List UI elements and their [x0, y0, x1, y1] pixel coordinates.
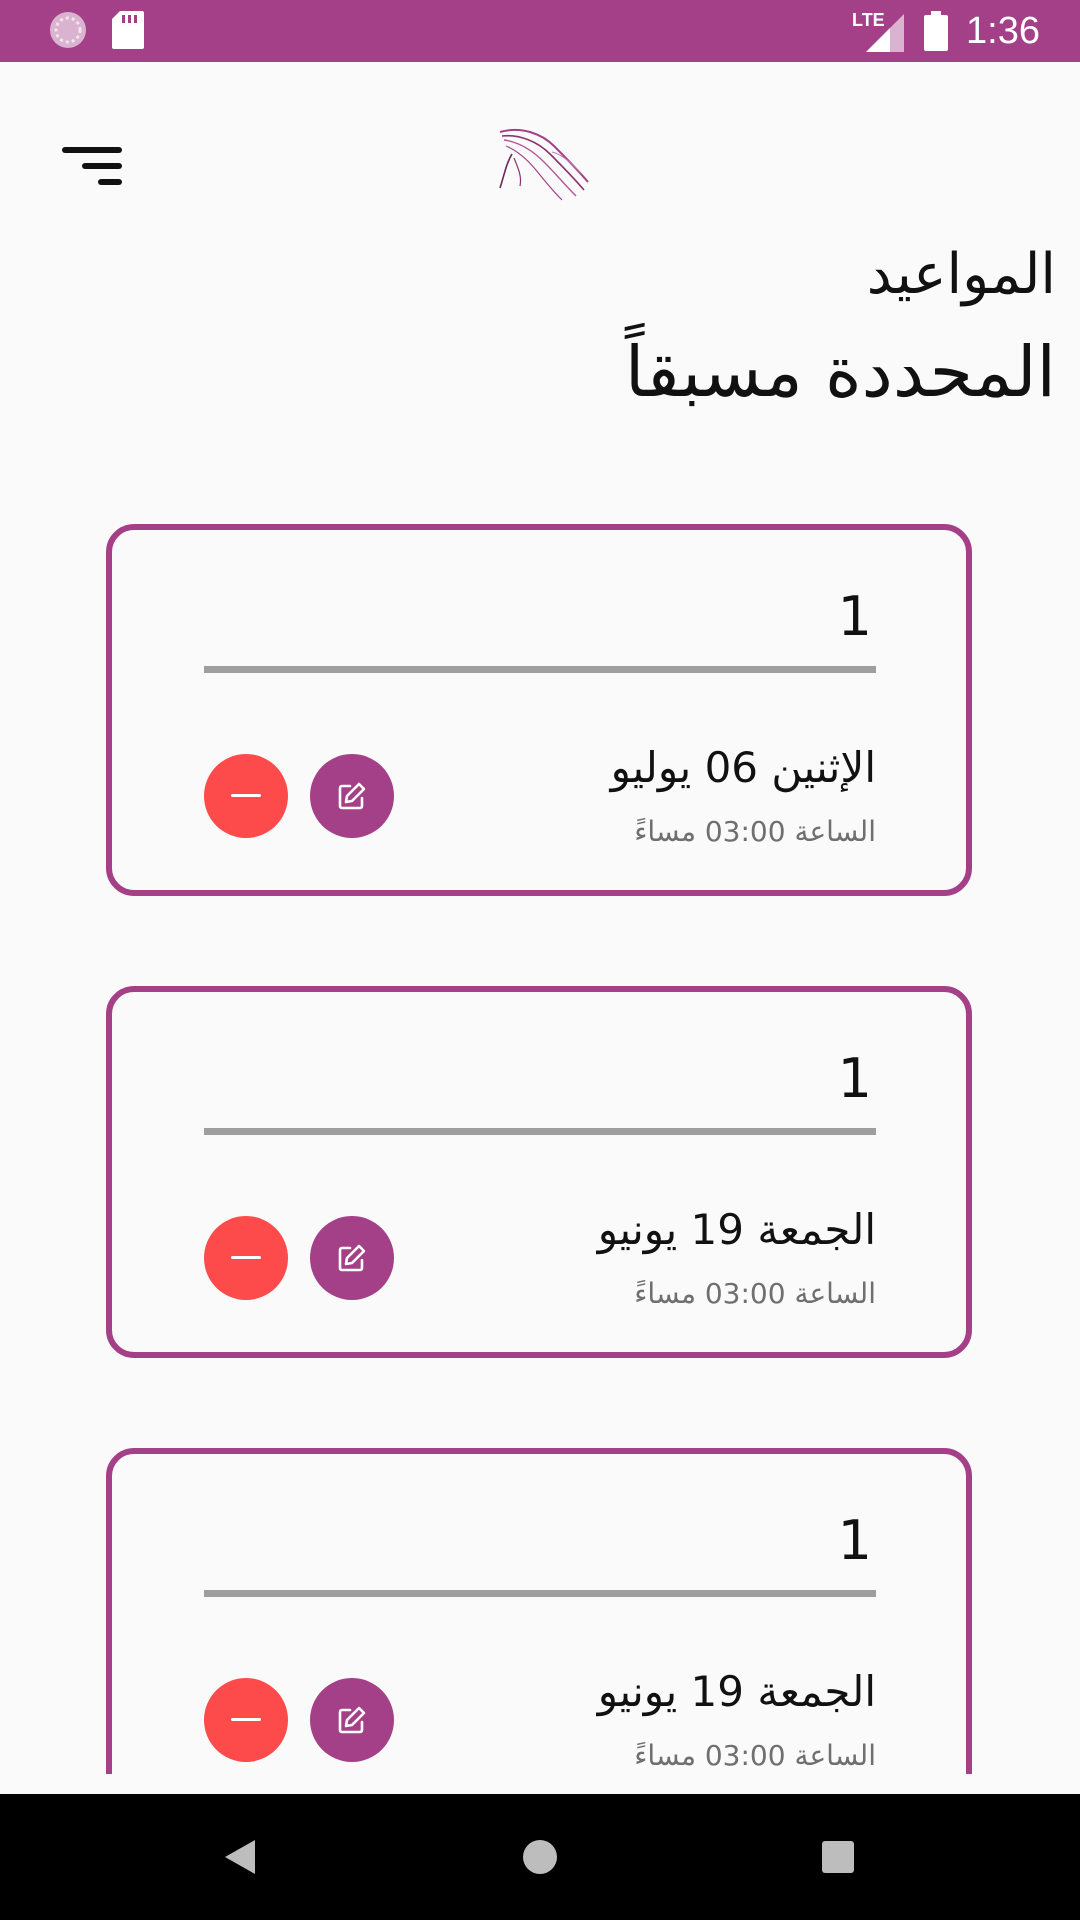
appointment-date: الإثنين 06 يوليو: [610, 743, 876, 792]
card-divider: [204, 666, 876, 673]
remove-appointment-button[interactable]: [204, 1216, 288, 1300]
appointment-card: 1 الجمعة 19 يونيو الساعة 03:00 مساءً: [106, 1448, 972, 1774]
appointment-number: 1: [837, 1047, 872, 1110]
edit-appointment-button[interactable]: [310, 1678, 394, 1762]
nav-home-button[interactable]: [490, 1794, 590, 1920]
appointment-time: الساعة 03:00 مساءً: [634, 815, 876, 848]
appointment-time: الساعة 03:00 مساءً: [634, 1277, 876, 1310]
edit-icon: [338, 1244, 366, 1272]
appointment-card: 1 الجمعة 19 يونيو الساعة 03:00 مساءً: [106, 986, 972, 1358]
card-divider: [204, 1590, 876, 1597]
appointment-date: الجمعة 19 يونيو: [597, 1205, 876, 1254]
back-triangle-icon: [225, 1840, 255, 1874]
home-circle-icon: [523, 1840, 557, 1874]
appointment-number: 1: [837, 585, 872, 648]
minus-icon: [231, 1718, 261, 1721]
edit-appointment-button[interactable]: [310, 1216, 394, 1300]
appointment-number: 1: [837, 1509, 872, 1572]
edit-icon: [338, 782, 366, 810]
edit-icon: [338, 1706, 366, 1734]
edit-appointment-button[interactable]: [310, 754, 394, 838]
nav-back-button[interactable]: [190, 1794, 290, 1920]
appointments-list[interactable]: 1 الإثنين 06 يوليو الساعة 03:00 مساءً 1 …: [0, 0, 1080, 1774]
appointment-card: 1 الإثنين 06 يوليو الساعة 03:00 مساءً: [106, 524, 972, 896]
appointment-date: الجمعة 19 يونيو: [597, 1667, 876, 1716]
minus-icon: [231, 1256, 261, 1259]
nav-recent-apps-button[interactable]: [788, 1794, 888, 1920]
card-divider: [204, 1128, 876, 1135]
navigation-bar: [0, 1794, 1080, 1920]
minus-icon: [231, 794, 261, 797]
appointment-time: الساعة 03:00 مساءً: [634, 1739, 876, 1772]
remove-appointment-button[interactable]: [204, 754, 288, 838]
remove-appointment-button[interactable]: [204, 1678, 288, 1762]
recent-square-icon: [822, 1841, 854, 1873]
